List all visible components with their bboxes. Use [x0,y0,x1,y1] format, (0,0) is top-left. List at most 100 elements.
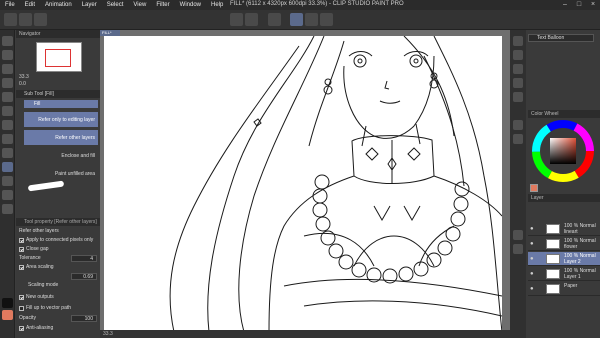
navigator-zoom[interactable]: 33.3 [19,74,29,80]
scaling-mode-row: Scaling mode [28,282,58,288]
layer-row-flower[interactable]: ● 100 % Normal flower [528,237,600,251]
eye-icon[interactable]: ● [530,241,534,247]
subtool-tab-fill[interactable]: Fill [24,100,98,108]
left-panel: Navigator 33.3 0.0 Sub Tool [Fill] Fill … [16,30,100,338]
layer-name: 100 % Normal Layer 1 [564,268,596,280]
eye-icon[interactable]: ● [530,271,534,277]
fill-vector-option[interactable]: Fill up to vector path [19,305,71,311]
gradient-tool-icon[interactable] [2,176,13,186]
main-color-swatch[interactable] [2,298,13,308]
menu-window[interactable]: Window [175,2,206,8]
subtool-enclose-and-fill[interactable]: Enclose and fill [24,148,98,163]
snap-icon[interactable] [290,13,303,26]
right-icon-column [510,30,526,338]
ruler-tool-icon[interactable] [2,204,13,214]
menu-select[interactable]: Select [102,2,129,8]
pencil-tool-icon[interactable] [2,106,13,116]
anti-aliasing-option[interactable]: Anti-aliasing [19,325,53,331]
save-icon[interactable] [34,13,47,26]
subtool-refer-other-layers[interactable]: Refer other layers [24,130,98,145]
eraser-tool-icon[interactable] [2,148,13,158]
new-file-icon[interactable] [4,13,17,26]
layer-row-lineart[interactable]: ● 100 % Normal lineart [528,222,600,236]
menu-animation[interactable]: Animation [40,2,77,8]
new-layer-icon[interactable] [513,230,523,240]
move-tool-icon[interactable] [2,50,13,60]
close-icon[interactable]: × [586,0,600,10]
layer-row-layer1[interactable]: ● 100 % Normal Layer 1 [528,267,600,281]
status-zoom[interactable]: 33.3 [103,331,113,337]
status-bar: 33.3 [100,330,510,338]
layer-row-layer2[interactable]: ● 100 % Normal Layer 2 [528,252,600,266]
text-tool-icon[interactable] [2,190,13,200]
color-wheel[interactable] [532,120,594,182]
minimize-icon[interactable]: – [558,0,572,10]
search-layer-icon[interactable] [513,134,523,144]
redo-icon[interactable] [245,13,258,26]
subtool-label: Refer other layers [55,135,95,141]
tool-property-title: Refer other layers [19,228,59,234]
pen-tool-icon[interactable] [2,92,13,102]
navigator-preview[interactable] [36,42,82,72]
canvas-paper[interactable] [104,36,502,332]
ruler-icon[interactable] [305,13,318,26]
navigator-view-rect[interactable] [45,49,71,67]
subtool-paint-unfilled-area[interactable]: Paint unfilled area [24,166,98,181]
layer-property-icon[interactable] [513,120,523,130]
tolerance-label: Tolerance [19,255,41,261]
color-set-icon[interactable] [513,50,523,60]
intermediate-color-icon[interactable] [513,78,523,88]
menu-filter[interactable]: Filter [151,2,174,8]
menu-edit[interactable]: Edit [20,2,40,8]
layer-row-paper[interactable]: ● Paper [528,282,600,296]
eye-icon[interactable]: ● [530,226,534,232]
approximate-color-icon[interactable] [513,92,523,102]
fill-vector-checkbox[interactable] [19,305,24,311]
opacity-field[interactable]: 100 [71,315,97,322]
subtool-refer-editing-layer[interactable]: Refer only to editing layer [24,112,98,127]
command-bar [0,10,600,30]
lineart-drawing [169,36,502,332]
color-history-icon[interactable] [513,64,523,74]
fill-tool-icon[interactable] [2,162,13,172]
brush-tool-icon[interactable] [2,120,13,130]
close-gap-option[interactable]: Close gap [19,246,49,252]
layer-panel-header: Layer [528,194,600,202]
clear-icon[interactable] [268,13,281,26]
delete-layer-icon[interactable] [513,244,523,254]
new-outputs-checkbox[interactable] [19,294,24,300]
sub-color-swatch[interactable] [2,310,13,320]
layer-name: 100 % Normal flower [564,238,596,250]
tolerance-field[interactable]: 4 [71,255,97,262]
airbrush-tool-icon[interactable] [2,134,13,144]
eye-icon[interactable]: ● [530,256,534,262]
anti-aliasing-checkbox[interactable] [19,325,24,331]
new-outputs-option[interactable]: New outputs [19,294,54,300]
area-scaling-checkbox[interactable] [19,264,24,270]
layer-name: Paper [564,283,578,289]
open-file-icon[interactable] [19,13,32,26]
eye-icon[interactable]: ● [530,286,534,292]
subtool-label: Refer only to editing layer [38,117,95,123]
area-scaling-field[interactable]: 0.69 [71,273,97,280]
apply-connected-label: Apply to connected pixels only [26,237,94,243]
eyedropper-tool-icon[interactable] [2,78,13,88]
grid-icon[interactable] [320,13,333,26]
menu-view[interactable]: View [128,2,151,8]
text-balloon-dropdown[interactable]: Text Balloon [528,34,594,42]
apply-connected-checkbox[interactable] [19,237,24,243]
menu-file[interactable]: File [0,2,20,8]
menu-layer[interactable]: Layer [77,2,102,8]
menu-help[interactable]: Help [206,2,228,8]
current-color-swatch[interactable] [530,184,538,192]
tool-palette [0,30,15,338]
material-icon[interactable] [513,36,523,46]
zoom-tool-icon[interactable] [2,36,13,46]
navigator-rotate[interactable]: 0.0 [19,81,26,87]
area-scaling-option[interactable]: Area scaling [19,264,54,270]
apply-connected-option[interactable]: Apply to connected pixels only [19,237,93,243]
undo-icon[interactable] [230,13,243,26]
selection-tool-icon[interactable] [2,64,13,74]
close-gap-checkbox[interactable] [19,246,24,252]
maximize-icon[interactable]: □ [572,0,586,10]
